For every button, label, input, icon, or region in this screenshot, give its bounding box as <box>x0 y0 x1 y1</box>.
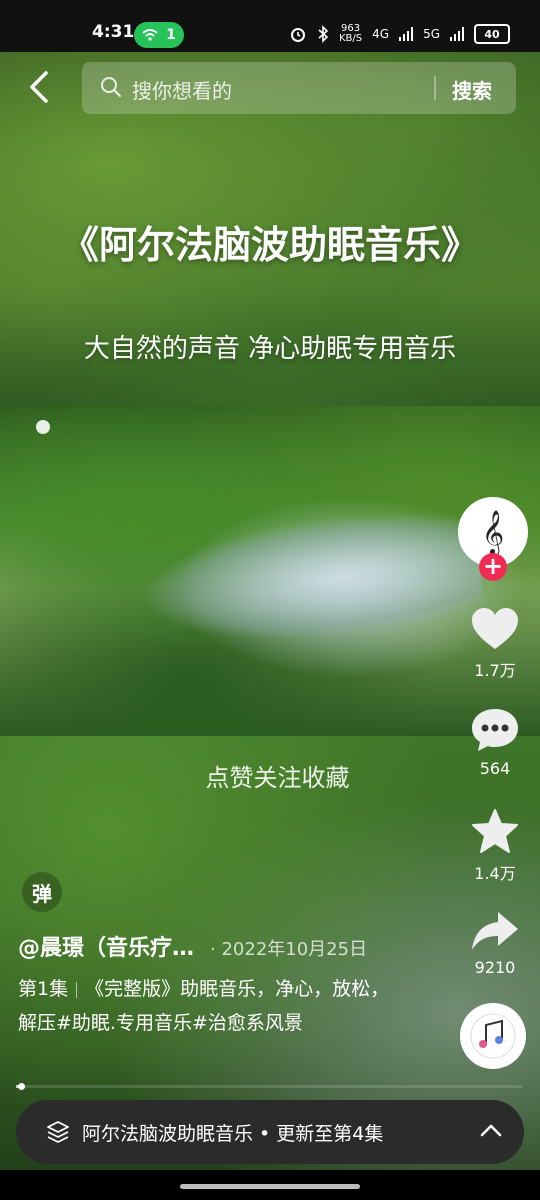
network-speed: 963 KB/S <box>338 23 363 44</box>
battery-level: 40 <box>484 27 500 41</box>
collection-text: 阿尔法脑波助眠音乐 • 更新至第4集 <box>82 1122 384 1145</box>
battery-icon: 40 <box>474 24 510 44</box>
status-icons: 963 KB/S 4G 5G 40 <box>289 24 510 44</box>
comment-icon <box>472 709 518 751</box>
comment-count: 564 <box>479 759 511 778</box>
like-count: 1.7万 <box>474 661 516 680</box>
video-progress-bar[interactable] <box>16 1083 522 1090</box>
back-arrow-icon[interactable] <box>26 70 52 104</box>
author-name[interactable]: @晨璟（音乐疗… <box>18 930 194 962</box>
status-bar: 4:31 1 963 KB/S 4G 5G 40 <box>0 0 540 52</box>
search-icon <box>101 77 121 97</box>
post-date: · 2022年10月25日 <box>210 939 368 960</box>
collection-layers-icon <box>47 1121 69 1143</box>
collection-bar[interactable]: 阿尔法脑波助眠音乐 • 更新至第4集 <box>16 1100 524 1164</box>
hotspot-icon <box>142 29 158 41</box>
home-indicator[interactable] <box>180 1184 360 1189</box>
share-arrow-icon <box>472 912 518 950</box>
bluetooth-icon <box>318 25 329 43</box>
signal-icon-2 <box>450 27 464 41</box>
search-input[interactable]: 搜你想看的 <box>132 75 232 104</box>
author-row: @晨璟（音乐疗… · 2022年10月25日 <box>18 930 367 962</box>
danmu-label: 弹 <box>32 881 52 906</box>
comment-button[interactable]: 564 <box>456 707 534 778</box>
share-button[interactable]: 9210 <box>456 910 534 977</box>
music-clef-icon: 𝄞 <box>481 509 505 554</box>
video-title-overlay: 《阿尔法脑波助眠音乐》 <box>60 223 479 267</box>
share-count: 9210 <box>474 958 516 977</box>
signal-icon <box>399 27 414 41</box>
search-bar[interactable]: 搜你想看的 搜索 <box>82 62 516 114</box>
star-icon <box>472 809 518 853</box>
favorite-button[interactable]: 1.4万 <box>456 808 534 884</box>
signal-5g-label: 5G <box>423 27 440 41</box>
follow-button[interactable]: + <box>479 553 507 581</box>
watermark-icon <box>36 420 50 434</box>
signal-4g-label: 4G <box>372 27 390 41</box>
video-subtitle-overlay: 大自然的声音 净心助眠专用音乐 <box>83 334 457 364</box>
favorite-count: 1.4万 <box>474 864 516 883</box>
status-time: 4:31 <box>92 22 135 42</box>
episode-label: 第1集 <box>18 978 69 1000</box>
chevron-up-icon[interactable] <box>480 1122 502 1138</box>
danmu-button[interactable]: 弹 <box>22 872 62 912</box>
progress-handle[interactable] <box>18 1083 26 1090</box>
description-text: 《完整版》助眠音乐，净心，放松，解压#助眠.专用音乐#治愈系风景 <box>18 978 390 1034</box>
hotspot-count: 1 <box>166 27 176 43</box>
music-notes-icon <box>470 1013 516 1059</box>
music-disc-avatar[interactable] <box>460 1003 526 1069</box>
post-description[interactable]: 第1集 《完整版》助眠音乐，净心，放松，解压#助眠.专用音乐#治愈系风景 <box>18 972 408 1040</box>
heart-icon <box>472 608 518 649</box>
like-button[interactable]: 1.7万 <box>456 607 534 681</box>
search-button[interactable]: 搜索 <box>452 75 492 104</box>
hotspot-pill: 1 <box>134 22 184 48</box>
search-divider <box>434 76 436 100</box>
episode-separator <box>76 981 78 998</box>
alarm-icon <box>290 28 305 42</box>
